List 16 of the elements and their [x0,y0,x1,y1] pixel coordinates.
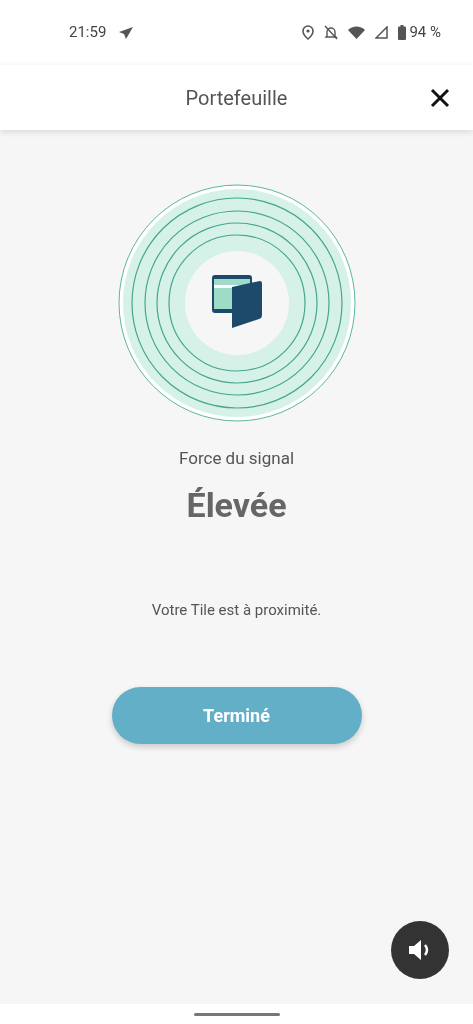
proximity-message: Votre Tile est à proximité. [151,599,322,621]
home-indicator[interactable] [193,1012,280,1016]
status-time: 21:59 [69,22,107,44]
battery-icon [398,25,407,40]
signal-label: Force du signal [178,447,295,470]
screen-title: Portefeuille [185,84,288,112]
wifi-icon [348,26,366,39]
muted-bell-icon [324,25,339,40]
cell-signal-icon [375,26,389,39]
signal-strength: Élevée [186,483,287,527]
close-icon [430,88,450,108]
battery-percent: 94 % [409,22,441,44]
location-icon [302,25,315,40]
done-button[interactable]: Terminé [111,687,362,744]
send-icon [118,25,135,40]
sound-button[interactable] [391,921,449,979]
